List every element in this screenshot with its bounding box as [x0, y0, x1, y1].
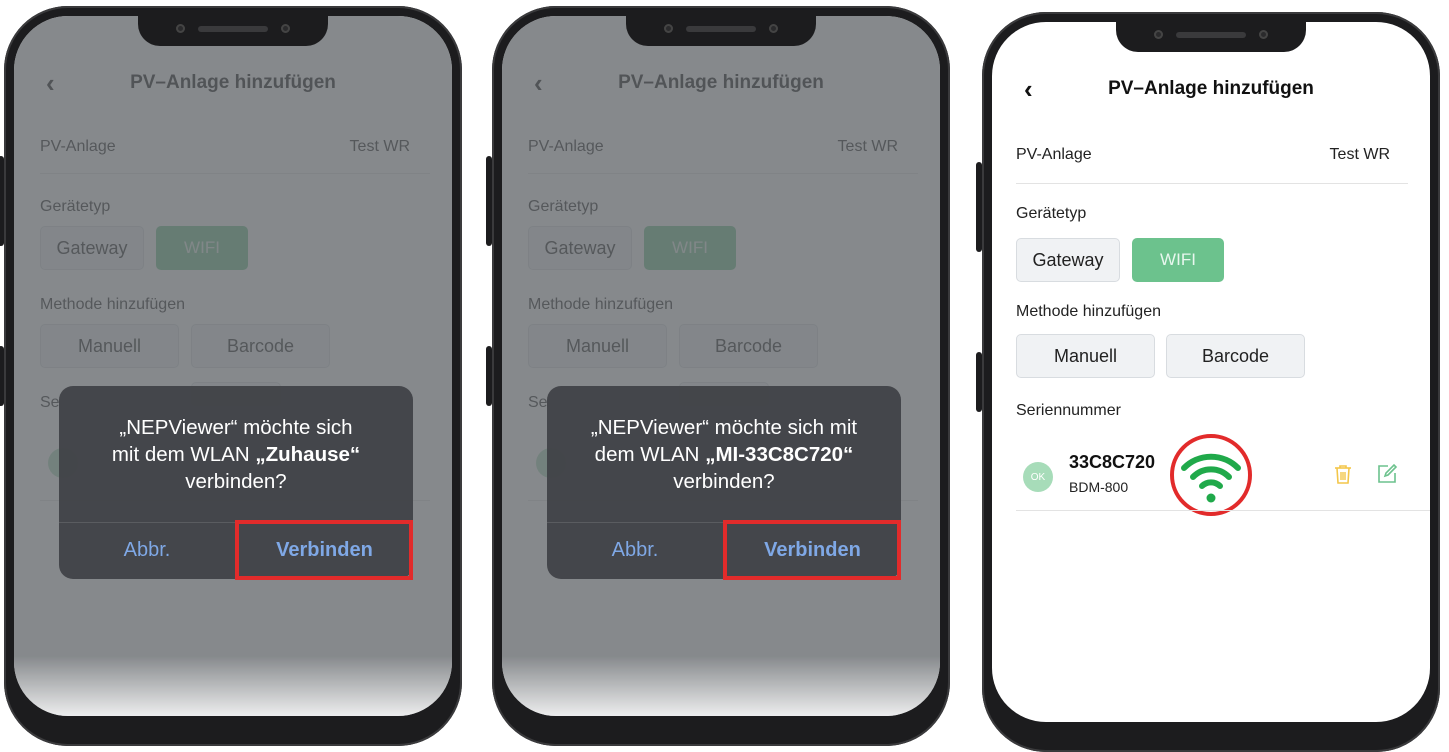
camera: [281, 24, 290, 33]
wifi-option[interactable]: WIFI: [1132, 238, 1224, 282]
phone-2: ‹ PV–Anlage hinzufügen PV-Anlage Test WR…: [486, 6, 950, 746]
speaker: [686, 26, 756, 32]
device-type-label: Gerätetyp: [1016, 205, 1087, 222]
dialog-message: „NEPViewer“ möchte sich mit dem WLAN „Zu…: [73, 414, 399, 495]
camera: [176, 24, 185, 33]
divider: [1016, 183, 1408, 184]
serial-section-label: Seriennummer: [1016, 402, 1121, 419]
screen: ‹ PV–Anlage hinzufügen PV-Anlage Test WR…: [992, 22, 1430, 722]
notch: [1116, 22, 1306, 52]
divider: [1016, 510, 1430, 511]
barcode-option[interactable]: Barcode: [1166, 334, 1305, 378]
network-name: „MI-33C8C720“: [705, 443, 854, 466]
cancel-button[interactable]: Abbr.: [59, 522, 235, 579]
page-title: PV–Anlage hinzufügen: [1108, 78, 1314, 99]
dialog-line-1: „NEPViewer“ möchte sich mit: [590, 416, 858, 439]
bottom-fade: [502, 656, 940, 716]
dim-overlay: [14, 16, 452, 716]
bottom-fade: [14, 656, 452, 716]
dialog-line-2: dem WLAN: [594, 443, 700, 466]
network-name: „Zuhause“: [255, 443, 361, 466]
phone-1: ‹ PV–Anlage hinzufügen PV-Anlage Test WR…: [0, 6, 462, 746]
notch: [626, 16, 816, 46]
speaker: [1176, 32, 1246, 38]
dim-overlay: [502, 16, 940, 716]
camera: [664, 24, 673, 33]
device-serial: 33C8C720: [1069, 452, 1156, 472]
cancel-button[interactable]: Abbr.: [547, 522, 723, 579]
header: ‹ PV–Anlage hinzufügen: [992, 72, 1430, 106]
edit-icon[interactable]: [1376, 463, 1398, 485]
wifi-icon: [1181, 453, 1241, 503]
pv-value: Test WR: [1329, 146, 1390, 163]
side-button: [976, 162, 982, 252]
device-model: BDM-800: [1069, 479, 1129, 495]
side-button: [486, 346, 492, 406]
pv-label: PV-Anlage: [1016, 146, 1092, 163]
side-button: [486, 156, 492, 246]
dialog-line-1: „NEPViewer“ möchte sich: [119, 416, 353, 439]
wifi-highlight-ring: [1170, 434, 1252, 516]
screen: ‹ PV–Anlage hinzufügen PV-Anlage Test WR…: [14, 16, 452, 716]
dialog-line-2: mit dem WLAN: [111, 443, 250, 466]
gateway-option[interactable]: Gateway: [1016, 238, 1120, 282]
highlight-box: [723, 520, 901, 580]
dialog-line-3: verbinden?: [185, 470, 287, 493]
phone-3: ‹ PV–Anlage hinzufügen PV-Anlage Test WR…: [976, 12, 1440, 752]
screen: ‹ PV–Anlage hinzufügen PV-Anlage Test WR…: [502, 16, 940, 716]
side-button: [0, 156, 4, 246]
camera: [1259, 30, 1268, 39]
manual-option[interactable]: Manuell: [1016, 334, 1155, 378]
camera: [1154, 30, 1163, 39]
speaker: [198, 26, 268, 32]
camera: [769, 24, 778, 33]
side-button: [976, 352, 982, 412]
status-badge: OK: [1023, 462, 1053, 492]
add-method-label: Methode hinzufügen: [1016, 303, 1161, 320]
side-button: [0, 346, 4, 406]
dialog-line-3: verbinden?: [673, 470, 775, 493]
notch: [138, 16, 328, 46]
dialog-message: „NEPViewer“ möchte sich mit dem WLAN „MI…: [561, 414, 887, 495]
highlight-box: [235, 520, 413, 580]
trash-icon[interactable]: [1332, 463, 1354, 485]
